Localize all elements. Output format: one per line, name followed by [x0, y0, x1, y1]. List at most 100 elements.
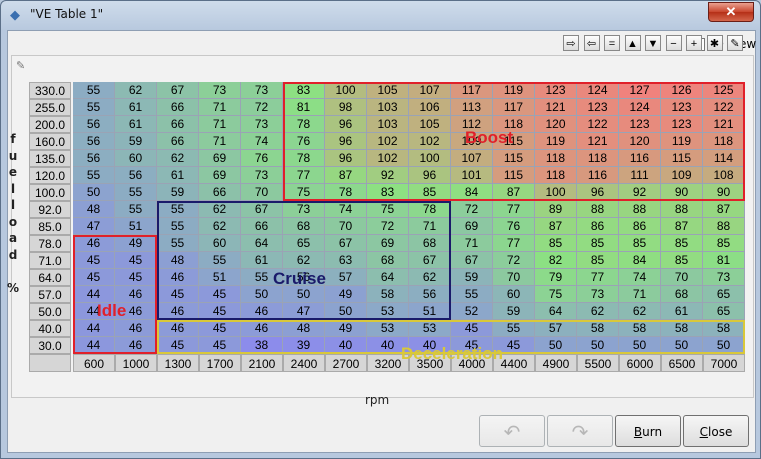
table-cell[interactable]: 119 [493, 82, 535, 99]
table-cell[interactable]: 109 [451, 133, 493, 150]
table-cell[interactable]: 78 [409, 201, 451, 218]
table-cell[interactable]: 83 [283, 82, 325, 99]
table-cell[interactable]: 59 [451, 269, 493, 286]
table-cell[interactable]: 46 [115, 303, 157, 320]
table-cell[interactable]: 100 [325, 82, 367, 99]
table-cell[interactable]: 48 [157, 252, 199, 269]
table-cell[interactable]: 88 [703, 218, 745, 235]
window-close-button[interactable]: ✕ [708, 2, 754, 22]
table-cell[interactable]: 124 [619, 99, 661, 116]
table-cell[interactable]: 66 [157, 133, 199, 150]
table-cell[interactable]: 73 [199, 82, 241, 99]
table-cell[interactable]: 46 [157, 303, 199, 320]
table-cell[interactable]: 55 [73, 167, 115, 184]
table-cell[interactable]: 55 [493, 320, 535, 337]
table-cell[interactable]: 61 [157, 167, 199, 184]
table-cell[interactable]: 53 [367, 303, 409, 320]
table-cell[interactable]: 67 [241, 201, 283, 218]
table-cell[interactable]: 59 [157, 184, 199, 201]
table-cell[interactable]: 74 [325, 201, 367, 218]
table-cell[interactable]: 67 [325, 235, 367, 252]
table-cell[interactable]: 103 [367, 99, 409, 116]
table-cell[interactable]: 102 [409, 133, 451, 150]
table-cell[interactable]: 85 [577, 235, 619, 252]
table-cell[interactable]: 46 [241, 303, 283, 320]
table-cell[interactable]: 45 [73, 269, 115, 286]
toolbar-move-left-icon[interactable]: ⇦ [583, 35, 600, 51]
table-cell[interactable]: 124 [577, 82, 619, 99]
table-cell[interactable]: 62 [409, 269, 451, 286]
table-cell[interactable]: 112 [451, 116, 493, 133]
table-cell[interactable]: 55 [157, 218, 199, 235]
table-cell[interactable]: 68 [283, 218, 325, 235]
table-cell[interactable]: 62 [619, 303, 661, 320]
table-cell[interactable]: 84 [619, 252, 661, 269]
table-cell[interactable]: 63 [325, 252, 367, 269]
table-cell[interactable]: 85 [703, 235, 745, 252]
table-cell[interactable]: 85 [661, 235, 703, 252]
table-cell[interactable]: 118 [535, 167, 577, 184]
table-cell[interactable]: 109 [661, 167, 703, 184]
table-cell[interactable]: 49 [325, 320, 367, 337]
table-cell[interactable]: 47 [283, 303, 325, 320]
table-cell[interactable]: 81 [703, 252, 745, 269]
table-cell[interactable]: 127 [619, 82, 661, 99]
table-cell[interactable]: 77 [577, 269, 619, 286]
table-cell[interactable]: 96 [325, 116, 367, 133]
table-cell[interactable]: 56 [73, 150, 115, 167]
table-cell[interactable]: 44 [73, 337, 115, 354]
table-cell[interactable]: 73 [283, 201, 325, 218]
table-cell[interactable]: 67 [409, 252, 451, 269]
table-cell[interactable]: 52 [451, 303, 493, 320]
table-cell[interactable]: 51 [115, 218, 157, 235]
table-cell[interactable]: 121 [535, 99, 577, 116]
table-cell[interactable]: 70 [241, 184, 283, 201]
table-cell[interactable]: 46 [115, 320, 157, 337]
table-cell[interactable]: 70 [493, 269, 535, 286]
table-cell[interactable]: 116 [619, 150, 661, 167]
table-cell[interactable]: 62 [283, 252, 325, 269]
table-cell[interactable]: 53 [409, 320, 451, 337]
table-cell[interactable]: 66 [157, 116, 199, 133]
table-cell[interactable]: 67 [157, 82, 199, 99]
table-cell[interactable]: 116 [577, 167, 619, 184]
table-cell[interactable]: 74 [241, 133, 283, 150]
table-cell[interactable]: 64 [241, 235, 283, 252]
toolbar-multiply-icon[interactable]: ✱ [706, 35, 723, 51]
table-cell[interactable]: 65 [703, 303, 745, 320]
table-cell[interactable]: 106 [409, 99, 451, 116]
table-cell[interactable]: 77 [283, 167, 325, 184]
table-cell[interactable]: 51 [409, 303, 451, 320]
table-cell[interactable]: 67 [451, 252, 493, 269]
close-button[interactable]: Close [683, 415, 749, 447]
table-cell[interactable]: 76 [283, 133, 325, 150]
table-cell[interactable]: 46 [73, 235, 115, 252]
table-cell[interactable]: 68 [409, 235, 451, 252]
table-cell[interactable]: 49 [115, 235, 157, 252]
table-cell[interactable]: 40 [367, 337, 409, 354]
table-cell[interactable]: 72 [451, 201, 493, 218]
table-cell[interactable]: 58 [367, 286, 409, 303]
table-cell[interactable]: 72 [367, 218, 409, 235]
table-cell[interactable]: 69 [451, 218, 493, 235]
table-cell[interactable]: 100 [535, 184, 577, 201]
table-cell[interactable]: 123 [535, 82, 577, 99]
table-cell[interactable]: 65 [283, 235, 325, 252]
toolbar-increase-icon[interactable]: ▲ [624, 35, 641, 51]
table-cell[interactable]: 66 [241, 218, 283, 235]
table-cell[interactable]: 68 [367, 252, 409, 269]
table-cell[interactable]: 45 [199, 320, 241, 337]
table-cell[interactable]: 61 [661, 303, 703, 320]
table-cell[interactable]: 77 [493, 235, 535, 252]
table-cell[interactable]: 62 [115, 82, 157, 99]
table-cell[interactable]: 57 [325, 269, 367, 286]
table-cell[interactable]: 105 [367, 82, 409, 99]
table-cell[interactable]: 39 [283, 337, 325, 354]
table-cell[interactable]: 62 [157, 150, 199, 167]
table-cell[interactable]: 51 [199, 269, 241, 286]
table-cell[interactable]: 45 [199, 286, 241, 303]
table-cell[interactable]: 78 [283, 150, 325, 167]
table-cell[interactable]: 70 [661, 269, 703, 286]
table-cell[interactable]: 56 [409, 286, 451, 303]
table-cell[interactable]: 46 [241, 320, 283, 337]
